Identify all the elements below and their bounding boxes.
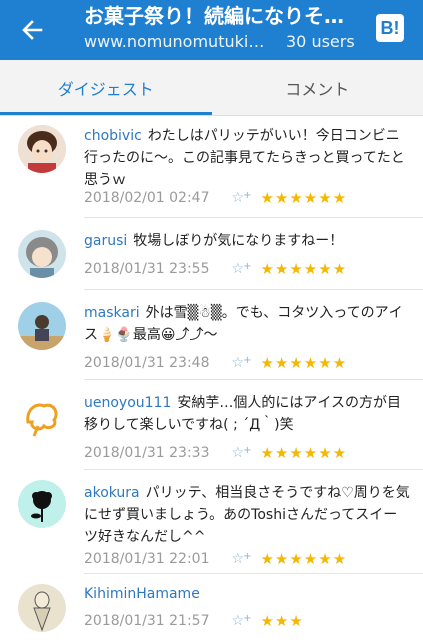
username[interactable]: KihiminHamame <box>84 586 200 602</box>
username[interactable]: garusi <box>84 233 127 249</box>
comment-body: garusi 牧場しぼりが気になりますねー！ <box>84 231 410 251</box>
avatar-image <box>18 392 66 440</box>
avatar[interactable] <box>18 392 66 440</box>
timestamp: 2018/02/01 02:47 <box>84 190 210 206</box>
arrow-left-icon <box>22 20 43 40</box>
list-item: akokura パリッテ、相当良さそうですね♡周りを気にせず買いましょう。あのTo… <box>0 470 423 574</box>
comment-meta: 2018/01/31 23:48 ☆+ ★★★★★★ <box>84 354 347 372</box>
comment-meta: 2018/02/01 02:47 ☆+ ★★★★★★ <box>84 189 347 207</box>
list-item: chobivic わたしはパリッテがいい！今日コンビニ行ったのに〜。この記事見てた… <box>0 117 423 218</box>
hatena-bookmark-button[interactable]: B! <box>376 14 404 42</box>
add-star-icon[interactable]: ☆+ <box>232 190 253 206</box>
list-item: maskari 外は雪▒☃▒。でも、コタツ入ってのアイス🍦🍨最高😀⤴⤴〜 2018… <box>0 290 423 380</box>
title-block: お菓子祭り！続編になりそうだ www.nomunomutuki.com 30 u… <box>84 3 374 55</box>
timestamp: 2018/01/31 23:48 <box>84 355 210 371</box>
page-url: www.nomunomutuki.com <box>84 32 268 51</box>
avatar[interactable] <box>18 302 66 350</box>
avatar-image <box>18 584 66 632</box>
comment-meta: 2018/01/31 21:57 ☆+ ★★★ <box>84 612 304 630</box>
comment-meta: 2018/01/31 23:55 ☆+ ★★★★★★ <box>84 260 347 278</box>
tab-comments[interactable]: コメント <box>212 60 423 115</box>
back-button[interactable] <box>14 12 50 48</box>
star-rating: ★★★★★★ <box>260 550 348 568</box>
comment-text: 牧場しぼりが気になりますねー！ <box>133 233 344 249</box>
avatar[interactable] <box>18 125 66 173</box>
star-rating: ★★★★★★ <box>260 444 348 462</box>
page-title: お菓子祭り！続編になりそうだ <box>84 4 356 28</box>
comment-meta: 2018/01/31 23:33 ☆+ ★★★★★★ <box>84 444 347 462</box>
comment-body: uenoyou111 安納芋…個人的にはアイスの方が目移りして楽しいですね( ; … <box>84 392 410 436</box>
tab-bar: ダイジェスト コメント <box>0 60 423 116</box>
list-item: uenoyou111 安納芋…個人的にはアイスの方が目移りして楽しいですね( ; … <box>0 380 423 470</box>
avatar[interactable] <box>18 480 66 528</box>
user-count: 30 users <box>286 32 355 51</box>
star-rating: ★★★★★★ <box>260 354 348 372</box>
comment-body: maskari 外は雪▒☃▒。でも、コタツ入ってのアイス🍦🍨最高😀⤴⤴〜 <box>84 302 410 346</box>
avatar-image <box>18 125 66 173</box>
username[interactable]: uenoyou111 <box>84 395 171 411</box>
comment-meta: 2018/01/31 22:01 ☆+ ★★★★★★ <box>84 550 347 568</box>
star-rating: ★★★ <box>260 612 304 630</box>
list-item: garusi 牧場しぼりが気になりますねー！ 2018/01/31 23:55 ☆… <box>0 218 423 290</box>
add-star-icon[interactable]: ☆+ <box>232 551 253 567</box>
username[interactable]: akokura <box>84 485 140 501</box>
avatar[interactable] <box>18 230 66 278</box>
tab-digest[interactable]: ダイジェスト <box>0 60 212 115</box>
avatar-image <box>18 230 66 278</box>
avatar-image <box>18 480 66 528</box>
app-bar: お菓子祭り！続編になりそうだ www.nomunomutuki.com 30 u… <box>0 0 423 60</box>
add-star-icon[interactable]: ☆+ <box>232 355 253 371</box>
timestamp: 2018/01/31 23:33 <box>84 445 210 461</box>
comment-body: KihiminHamame <box>84 584 410 604</box>
star-rating: ★★★★★★ <box>260 189 348 207</box>
timestamp: 2018/01/31 22:01 <box>84 551 210 567</box>
list-item: KihiminHamame 2018/01/31 21:57 ☆+ ★★★ <box>0 574 423 640</box>
avatar[interactable] <box>18 584 66 632</box>
add-star-icon[interactable]: ☆+ <box>232 445 253 461</box>
add-star-icon[interactable]: ☆+ <box>232 261 253 277</box>
timestamp: 2018/01/31 23:55 <box>84 261 210 277</box>
star-rating: ★★★★★★ <box>260 260 348 278</box>
add-star-icon[interactable]: ☆+ <box>232 613 253 629</box>
comment-body: akokura パリッテ、相当良さそうですね♡周りを気にせず買いましょう。あのTo… <box>84 482 410 548</box>
username[interactable]: maskari <box>84 305 140 321</box>
username[interactable]: chobivic <box>84 128 142 144</box>
avatar-image <box>18 302 66 350</box>
comment-body: chobivic わたしはパリッテがいい！今日コンビニ行ったのに〜。この記事見てた… <box>84 125 410 191</box>
timestamp: 2018/01/31 21:57 <box>84 613 210 629</box>
